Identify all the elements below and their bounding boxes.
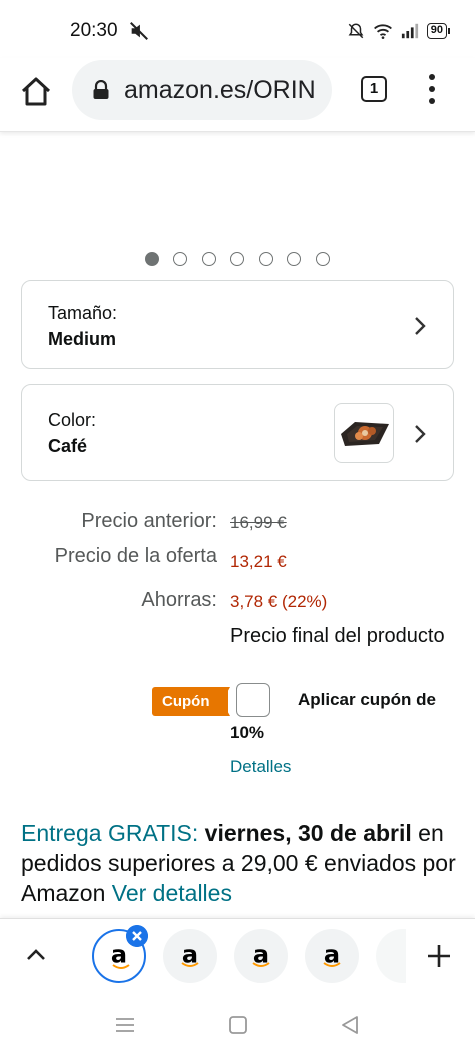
wifi-icon [373,24,392,39]
carousel-dot[interactable] [287,252,301,266]
amazon-smile-icon [323,962,341,967]
close-tab-icon[interactable] [126,925,148,947]
tab-switcher-button[interactable]: 1 [361,76,387,102]
size-selector[interactable]: Tamaño: Medium [21,280,454,369]
browser-toolbar: amazon.es/ORIN 1 [0,58,475,132]
amazon-smile-icon [112,964,130,969]
carousel-dot[interactable] [259,252,273,266]
previous-price-value: 16,99 € [230,513,287,532]
coupon-badge-notch [218,687,230,716]
image-carousel-indicator [0,250,475,270]
chevron-up-icon[interactable] [24,945,48,965]
previous-price-label: Precio anterior: [81,510,217,532]
carousel-dot[interactable] [145,252,159,266]
amazon-smile-icon [252,962,270,967]
lock-icon [93,80,109,99]
apply-coupon-text[interactable]: Aplicar cupón de [298,690,436,710]
status-time: 20:30 [70,20,118,41]
tab-thumbnail[interactable]: a [163,929,217,983]
tab-strip: a a a a [0,918,475,992]
carousel-dot[interactable] [230,252,244,266]
address-bar[interactable]: amazon.es/ORIN [72,60,332,120]
size-label: Tamaño: [48,303,118,323]
carousel-dot[interactable] [316,252,330,266]
home-icon[interactable] [18,74,54,110]
final-price-note: Precio final del producto [230,625,445,647]
home-square-icon[interactable] [227,1014,249,1036]
product-thumbnail [341,422,389,446]
deal-price-value: 13,21 € [230,552,287,571]
chevron-right-icon [415,317,426,335]
savings-value: 3,78 € (22%) [230,592,328,611]
delivery-info: Entrega GRATIS: viernes, 30 de abril en … [21,818,461,908]
tab-thumbnail[interactable]: a [234,929,288,983]
delivery-details-link[interactable]: Ver detalles [112,880,232,906]
chevron-right-icon [415,425,426,443]
signal-icon [401,23,418,39]
mute-icon [130,22,148,40]
tab-thumbnail[interactable]: a [305,929,359,983]
delivery-date: viernes, 30 de abril [204,820,412,846]
tab-thumbnail-partial[interactable] [376,929,406,983]
status-bar: 20:30 90 [0,0,475,58]
apply-coupon-checkbox[interactable] [236,683,270,717]
amazon-smile-icon [181,962,199,967]
back-triangle-icon[interactable] [339,1014,361,1036]
status-icons: 90 [347,20,451,42]
apply-coupon-percent[interactable]: 10% [230,723,264,743]
more-menu-icon[interactable] [420,72,444,106]
color-selector[interactable]: Color: Café [21,384,454,481]
color-swatch-image[interactable] [334,403,394,463]
new-tab-plus-icon[interactable] [426,943,452,969]
free-delivery-label: Entrega GRATIS: [21,820,199,846]
notifications-off-icon [348,23,364,39]
color-value: Café [48,436,88,456]
coupon-details-link[interactable]: Detalles [230,757,291,777]
color-label: Color: [48,410,97,430]
coupon-badge: Cupón [152,687,228,716]
url-text: amazon.es/ORIN [124,76,316,104]
size-value: Medium [48,329,117,349]
carousel-dot[interactable] [173,252,187,266]
battery-icon: 90 [426,23,451,39]
deal-price-label: Precio de la oferta [54,545,217,567]
recents-menu-icon[interactable] [114,1014,136,1036]
carousel-dot[interactable] [202,252,216,266]
system-nav-bar [0,992,475,1056]
savings-label: Ahorras: [141,589,217,611]
